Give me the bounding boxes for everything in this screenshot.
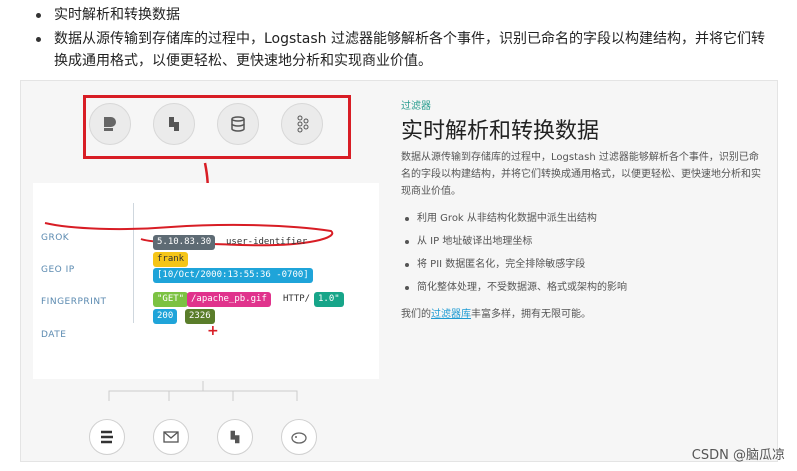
feature-list: 利用 Grok 从非结构化数据中派生出结构 从 IP 地址破译出地理坐标 将 P… [401, 207, 761, 299]
red-plus-annotation: + [207, 323, 219, 339]
feature-item: 简化整体处理，不受数据源、格式或架构的影响 [401, 276, 761, 299]
section-description: 数据从源传输到存储库的过程中，Logstash 过滤器能够解析各个事件，识别已命… [401, 152, 761, 197]
logstash-output-icon [217, 419, 253, 455]
feature-item: 将 PII 数据匿名化，完全排除敏感字段 [401, 253, 761, 276]
csdn-watermark: CSDN @脑瓜凉 [691, 448, 785, 463]
tag-size: 2326 [185, 309, 215, 324]
beats-icon [89, 103, 131, 145]
hadoop-icon [281, 419, 317, 455]
filter-library-note: 我们的过滤器库丰富多样，拥有无限可能。 [401, 305, 591, 320]
tag-timestamp: [10/Oct/2000:13:55:36 -0700] [153, 268, 313, 283]
pipeline-illustration: GROK GEO IP FINGERPRINT DATE 5.10.83.30 … [21, 81, 381, 461]
field-fingerprint: FINGERPRINT [41, 297, 107, 307]
section-title: 实时解析和转换数据 [401, 119, 600, 144]
tag-proto-version: 1.0" [314, 292, 344, 307]
tag-ip: 5.10.83.30 [153, 235, 216, 250]
field-date: DATE [41, 330, 67, 340]
section-eyebrow: 过滤器 [401, 101, 431, 112]
article-bullets: 实时解析和转换数据 数据从源传输到存储库的过程中，Logstash 过滤器能够解… [34, 4, 774, 72]
tag-name: frank [153, 252, 189, 267]
filter-library-link[interactable]: 过滤器库 [431, 309, 471, 320]
elasticsearch-icon [89, 419, 125, 455]
logstash-icon [153, 103, 195, 145]
tag-status: 200 [153, 309, 178, 324]
kafka-icon [281, 103, 323, 145]
feature-item: 利用 Grok 从非结构化数据中派生出结构 [401, 207, 761, 230]
tag-method: "GET" [153, 292, 189, 307]
footer-suffix: 丰富多样，拥有无限可能。 [471, 309, 591, 320]
tag-path: /apache_pb.gif [187, 292, 271, 307]
field-geoip: GEO IP [41, 265, 75, 275]
tag-user: user-identifier [226, 237, 308, 247]
footer-prefix: 我们的 [401, 309, 431, 320]
output-tree [21, 381, 381, 461]
bullet-description: 数据从源传输到存储库的过程中，Logstash 过滤器能够解析各个事件，识别已命… [34, 28, 774, 72]
database-icon [217, 103, 259, 145]
filter-info-panel: 过滤器 实时解析和转换数据 数据从源传输到存储库的过程中，Logstash 过滤… [399, 81, 769, 461]
tag-proto-prefix: HTTP/ [283, 294, 311, 304]
bullet-title: 实时解析和转换数据 [34, 4, 774, 26]
feature-item: 从 IP 地址破译出地理坐标 [401, 230, 761, 253]
embedded-screenshot: GROK GEO IP FINGERPRINT DATE 5.10.83.30 … [20, 80, 778, 462]
mail-icon [153, 419, 189, 455]
